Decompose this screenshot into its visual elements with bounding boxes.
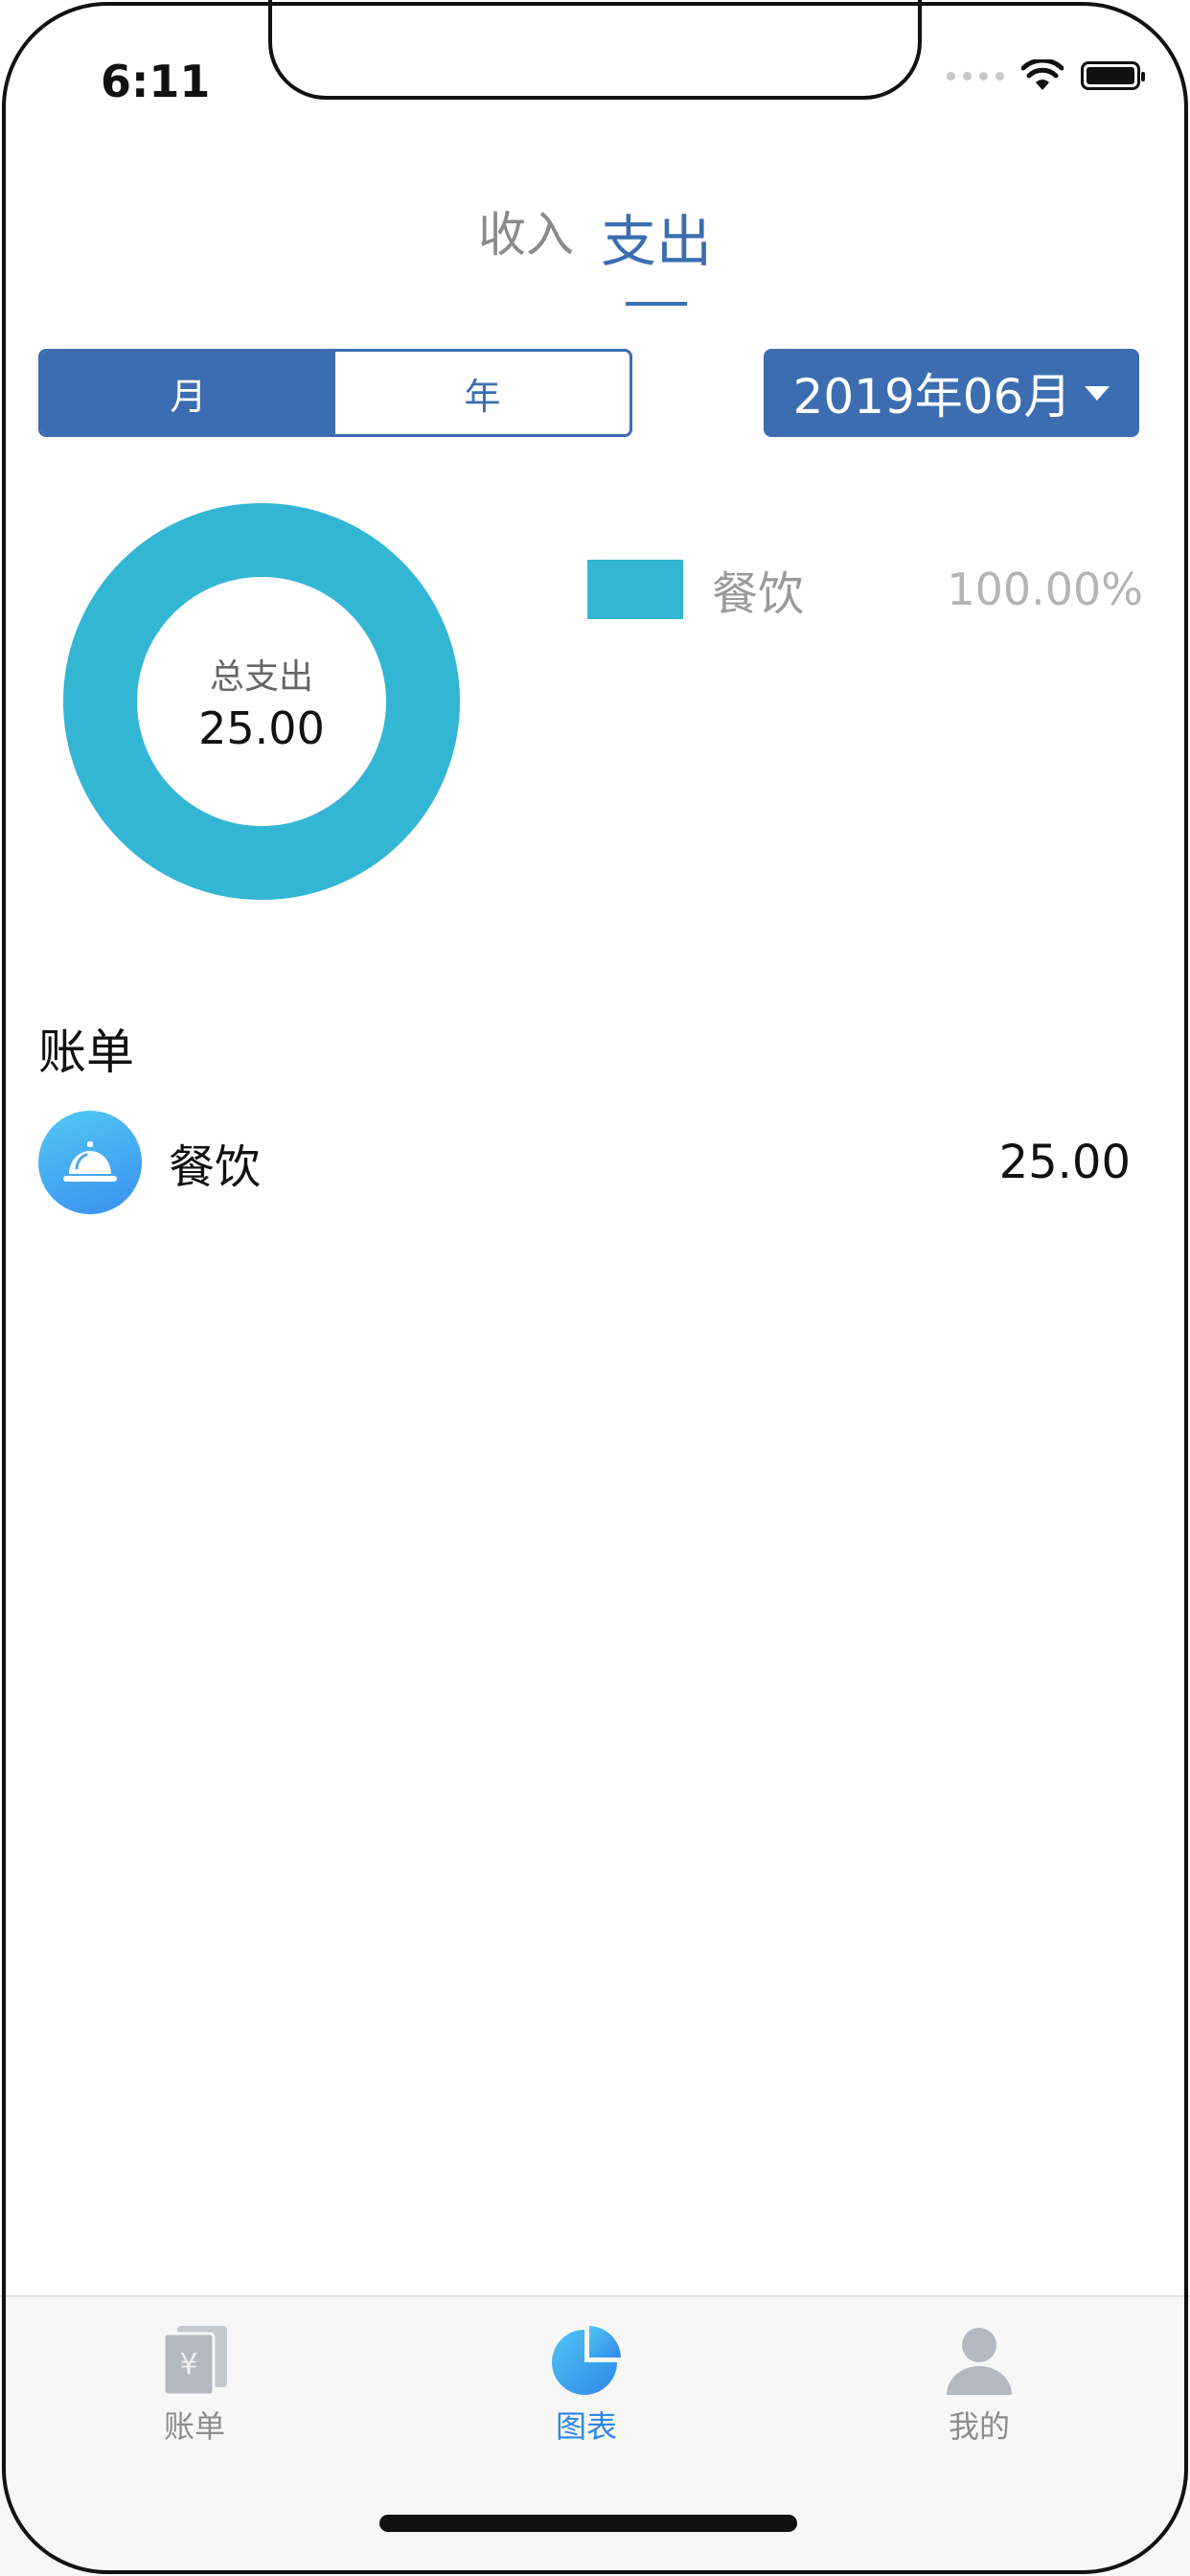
- screen: 6:11 收入 支出 月 年 2019年06月 总支出 25.00 餐饮 100…: [0, 0, 1190, 2576]
- tab-chart[interactable]: 图表: [491, 2324, 682, 2447]
- pie-chart-icon: [552, 2326, 621, 2395]
- tab-me-label: 我的: [948, 2408, 1010, 2445]
- signal-icon: [947, 71, 1004, 80]
- donut-center-value: 25.00: [198, 702, 325, 754]
- date-selector-label: 2019年06月: [792, 369, 1072, 425]
- battery-icon: [1081, 61, 1145, 90]
- wifi-icon: [1021, 59, 1064, 90]
- caret-down-icon: [1085, 385, 1110, 401]
- bill-icon: ¥: [162, 2326, 227, 2397]
- home-indicator: [379, 2515, 797, 2532]
- period-segmented-control: 月 年: [38, 349, 632, 437]
- tab-expense[interactable]: 支出: [601, 196, 712, 306]
- tab-bills-label: 账单: [163, 2408, 225, 2445]
- donut-center-label: 总支出: [209, 657, 313, 697]
- legend-percent: 100.00%: [947, 564, 1143, 615]
- segment-month[interactable]: 月: [41, 352, 335, 434]
- tab-bills[interactable]: ¥ 账单: [99, 2324, 290, 2447]
- user-icon: [947, 2328, 1012, 2395]
- donut-chart[interactable]: 总支出 25.00: [61, 501, 462, 902]
- bill-list-item[interactable]: 餐饮 25.00: [38, 1110, 1131, 1215]
- tab-bar: ¥ 账单 图表 我的: [0, 2295, 1190, 2576]
- legend-label: 餐饮: [712, 567, 805, 621]
- svg-text:¥: ¥: [179, 2348, 197, 2381]
- legend-item: 餐饮 100.00%: [587, 556, 1143, 623]
- legend-swatch: [587, 560, 683, 619]
- segment-year[interactable]: 年: [335, 352, 629, 434]
- tab-chart-label: 图表: [555, 2408, 617, 2445]
- status-indicators: [947, 59, 1145, 92]
- bill-amount: 25.00: [998, 1136, 1131, 1189]
- bill-category-name: 餐饮: [169, 1140, 262, 1194]
- tab-me[interactable]: 我的: [883, 2324, 1075, 2447]
- type-tabs: 收入 支出: [0, 196, 1190, 306]
- donut-center: 总支出 25.00: [61, 501, 462, 902]
- bills-section-title: 账单: [38, 1024, 134, 1080]
- date-selector-button[interactable]: 2019年06月: [764, 349, 1139, 437]
- tab-income[interactable]: 收入: [478, 196, 574, 277]
- device-notch: [268, 0, 922, 100]
- service-bell-icon: [38, 1111, 142, 1214]
- status-time: 6:11: [101, 56, 211, 107]
